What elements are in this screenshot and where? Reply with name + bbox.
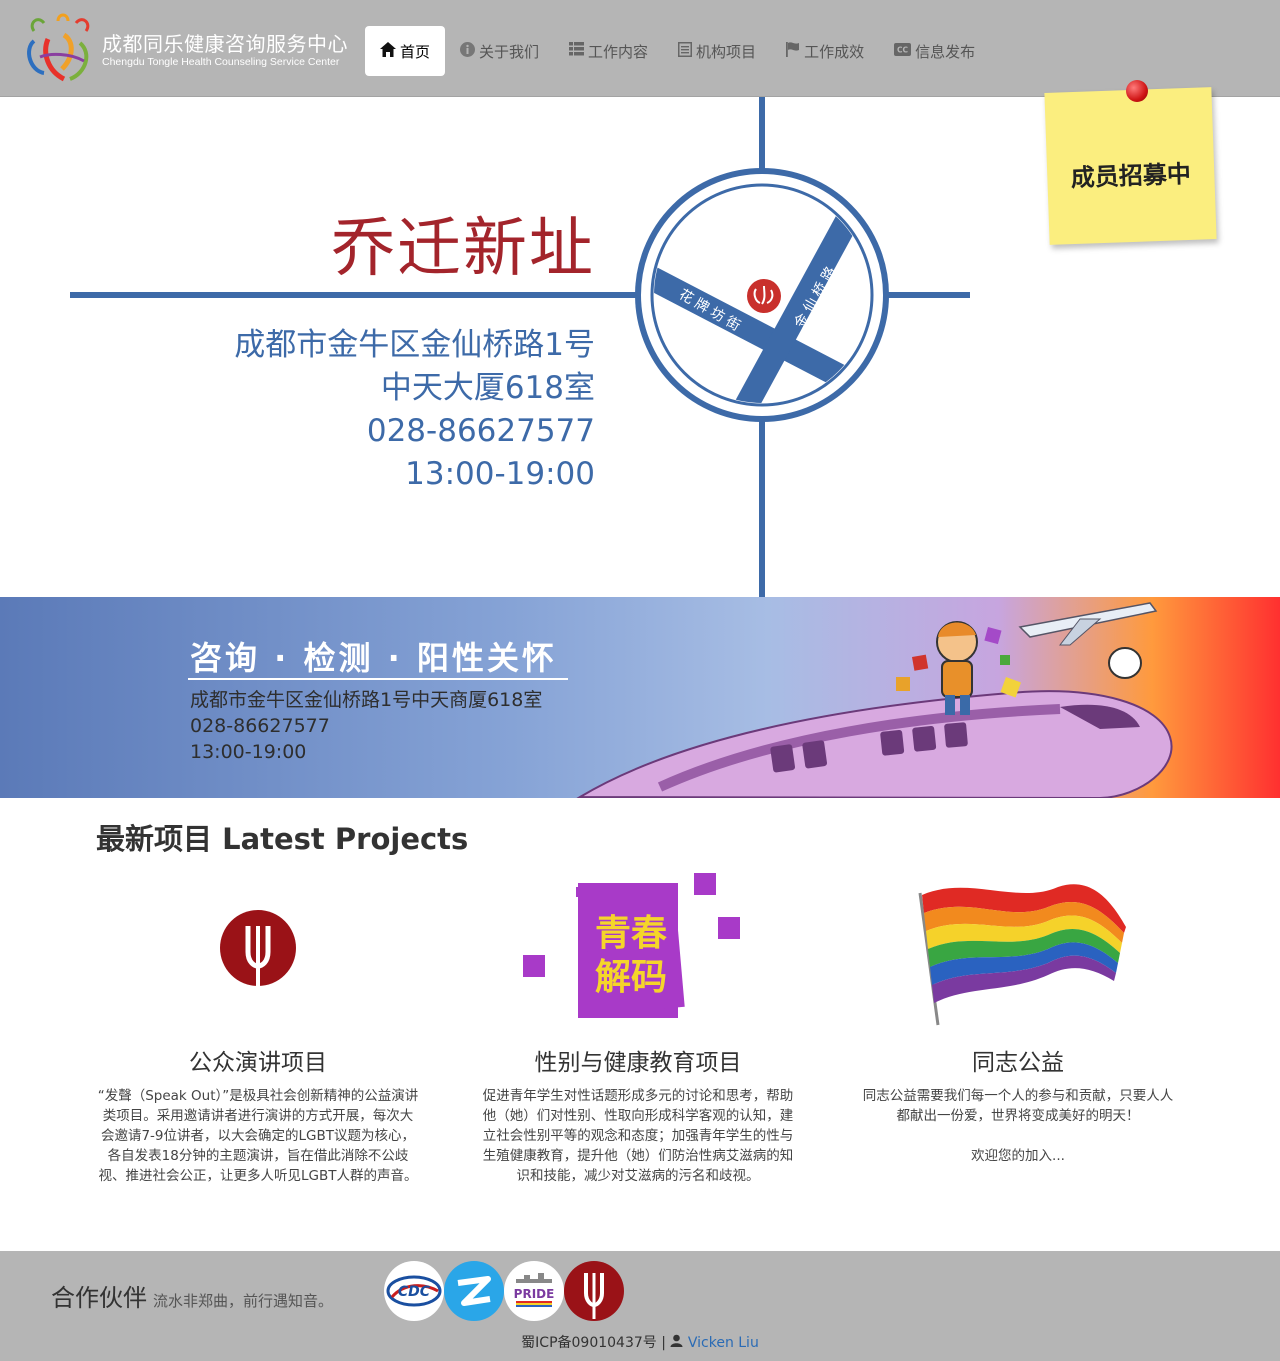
icp-number: 蜀ICP备09010437号 | — [521, 1335, 666, 1351]
pride-logo-text: PRIDE — [514, 1287, 555, 1301]
partners-heading: 合作伙伴 流水非郑曲，前行遇知音。 — [51, 1278, 333, 1313]
project-description: 同志公益需要我们每一个人的参与和贡献，只要人人都献出一份爱，世界将变成美好的明天… — [853, 1086, 1183, 1166]
nav-work[interactable]: 工作内容 — [554, 26, 663, 76]
home-icon — [380, 41, 396, 61]
user-icon — [670, 1334, 687, 1351]
project-gender-health[interactable]: 青春 解码 性别与健康教育项目 促进青年学生对性话题形成多元的讨论和思考，帮助他… — [473, 860, 803, 1186]
recruit-sticky-note[interactable]: 成员招募中 — [1044, 87, 1217, 245]
document-icon — [678, 41, 693, 61]
cdc-logo[interactable]: CDC — [384, 1261, 444, 1321]
rainbow-flag[interactable] — [853, 860, 1183, 1035]
banner-divider — [188, 678, 568, 680]
blue-bird-logo[interactable] — [444, 1261, 504, 1321]
projects-heading: 最新项目 Latest Projects — [96, 822, 469, 856]
pride-logo[interactable]: PRIDE — [504, 1261, 564, 1321]
banner-hours: 13:00-19:00 — [190, 741, 307, 763]
speak-out-logo[interactable] — [93, 860, 423, 1035]
nav-about[interactable]: 关于我们 — [445, 26, 554, 76]
brand-name-en: Chengdu Tongle Health Counseling Service… — [102, 56, 340, 68]
hero-address-line2: 中天大厦618室 — [380, 370, 595, 406]
project-lgbt-welfare[interactable]: 同志公益 同志公益需要我们每一个人的参与和贡献，只要人人都献出一份爱，世界将变成… — [853, 860, 1183, 1166]
project-title[interactable]: 性别与健康教育项目 — [473, 1048, 803, 1078]
list-icon — [569, 42, 585, 60]
project-desc-text: 同志公益需要我们每一个人的参与和贡献，只要人人都献出一份爱，世界将变成美好的明天… — [862, 1088, 1174, 1124]
tongle-logo-icon — [27, 13, 90, 82]
banner-address: 成都市金牛区金仙桥路1号中天商厦618室 — [190, 689, 543, 711]
project-desc-welcome: 欢迎您的加入... — [971, 1148, 1065, 1164]
author-link[interactable]: Vicken Liu — [688, 1335, 759, 1351]
youth-decode-logo[interactable]: 青春 解码 — [473, 860, 803, 1035]
project-title[interactable]: 公众演讲项目 — [93, 1048, 423, 1078]
pushpin-icon — [1126, 80, 1148, 102]
hero-address-line1: 成都市金牛区金仙桥路1号 — [234, 327, 595, 363]
main-nav: 首页 关于我们 工作内容 机构项目 工作成效 CC 信息发布 — [365, 26, 990, 76]
project-title[interactable]: 同志公益 — [853, 1048, 1183, 1078]
recruit-sticky-label: 成员招募中 — [1070, 159, 1192, 193]
nav-news-label: 信息发布 — [915, 42, 976, 61]
banner-address-block: 成都市金牛区金仙桥路1号中天商厦618室 028-86627577 13:00-… — [190, 687, 542, 765]
hero-address-block: 成都市金牛区金仙桥路1号 中天大厦618室 028-86627577 13:00… — [234, 324, 595, 496]
train-illustration — [576, 602, 1173, 798]
speak-out-partner-logo[interactable] — [564, 1261, 624, 1321]
project-desc-text: “发聲（Speak Out）”是极具社会创新精神的公益演讲类项目。采用邀请讲者进… — [97, 1088, 419, 1184]
partners-subtitle: 流水非郑曲，前行遇知音。 — [153, 1292, 334, 1310]
project-public-speaking[interactable]: 公众演讲项目 “发聲（Speak Out）”是极具社会创新精神的公益演讲类项目。… — [93, 860, 423, 1186]
brand-name: 成都同乐健康咨询服务中心 — [102, 32, 348, 56]
nav-home-label: 首页 — [400, 42, 431, 61]
nav-projects-label: 机构项目 — [696, 42, 757, 61]
partners-title: 合作伙伴 — [51, 1284, 147, 1312]
project-description: 促进青年学生对性话题形成多元的讨论和思考，帮助他（她）们对性别、性取向形成科学客… — [473, 1086, 803, 1186]
youth-decode-text-1: 青春 — [595, 913, 667, 954]
nav-home[interactable]: 首页 — [365, 26, 446, 76]
partner-logos: CDC PRIDE — [384, 1261, 624, 1321]
youth-decode-text-2: 解码 — [595, 957, 667, 998]
service-banner[interactable]: 咨询 · 检测 · 阳性关怀 成都市金牛区金仙桥路1号中天商厦618室 028-… — [0, 597, 1280, 798]
nav-results[interactable]: 工作成效 — [771, 26, 879, 76]
navbar: 成都同乐健康咨询服务中心 Chengdu Tongle Health Couns… — [0, 0, 1280, 97]
hero-title: 乔迁新址 — [331, 212, 595, 286]
nav-about-label: 关于我们 — [479, 42, 540, 61]
banner-title: 咨询 · 检测 · 阳性关怀 — [190, 639, 557, 677]
nav-projects[interactable]: 机构项目 — [663, 26, 771, 76]
svg-text:CC: CC — [897, 45, 909, 54]
info-icon — [460, 41, 476, 61]
hero-hours: 13:00-19:00 — [405, 456, 595, 492]
nav-work-label: 工作内容 — [588, 42, 649, 61]
project-desc-text: 促进青年学生对性话题形成多元的讨论和思考，帮助他（她）们对性别、性取向形成科学客… — [482, 1088, 794, 1184]
footer: 合作伙伴 流水非郑曲，前行遇知音。 CDC PRIDE 蜀ICP备0901043… — [0, 1251, 1280, 1361]
brand[interactable]: 成都同乐健康咨询服务中心 Chengdu Tongle Health Couns… — [24, 12, 354, 88]
nav-results-label: 工作成效 — [804, 42, 865, 61]
copyright: 蜀ICP备09010437号 | Vicken Liu — [0, 1332, 1280, 1352]
project-description: “发聲（Speak Out）”是极具社会创新精神的公益演讲类项目。采用邀请讲者进… — [93, 1086, 423, 1186]
closed-caption-icon: CC — [894, 42, 912, 60]
hero-phone: 028-86627577 — [366, 413, 595, 449]
banner-phone: 028-86627577 — [190, 715, 330, 737]
cdc-logo-text: CDC — [398, 1284, 431, 1300]
flag-icon — [786, 41, 800, 61]
nav-news[interactable]: CC 信息发布 — [879, 26, 990, 76]
